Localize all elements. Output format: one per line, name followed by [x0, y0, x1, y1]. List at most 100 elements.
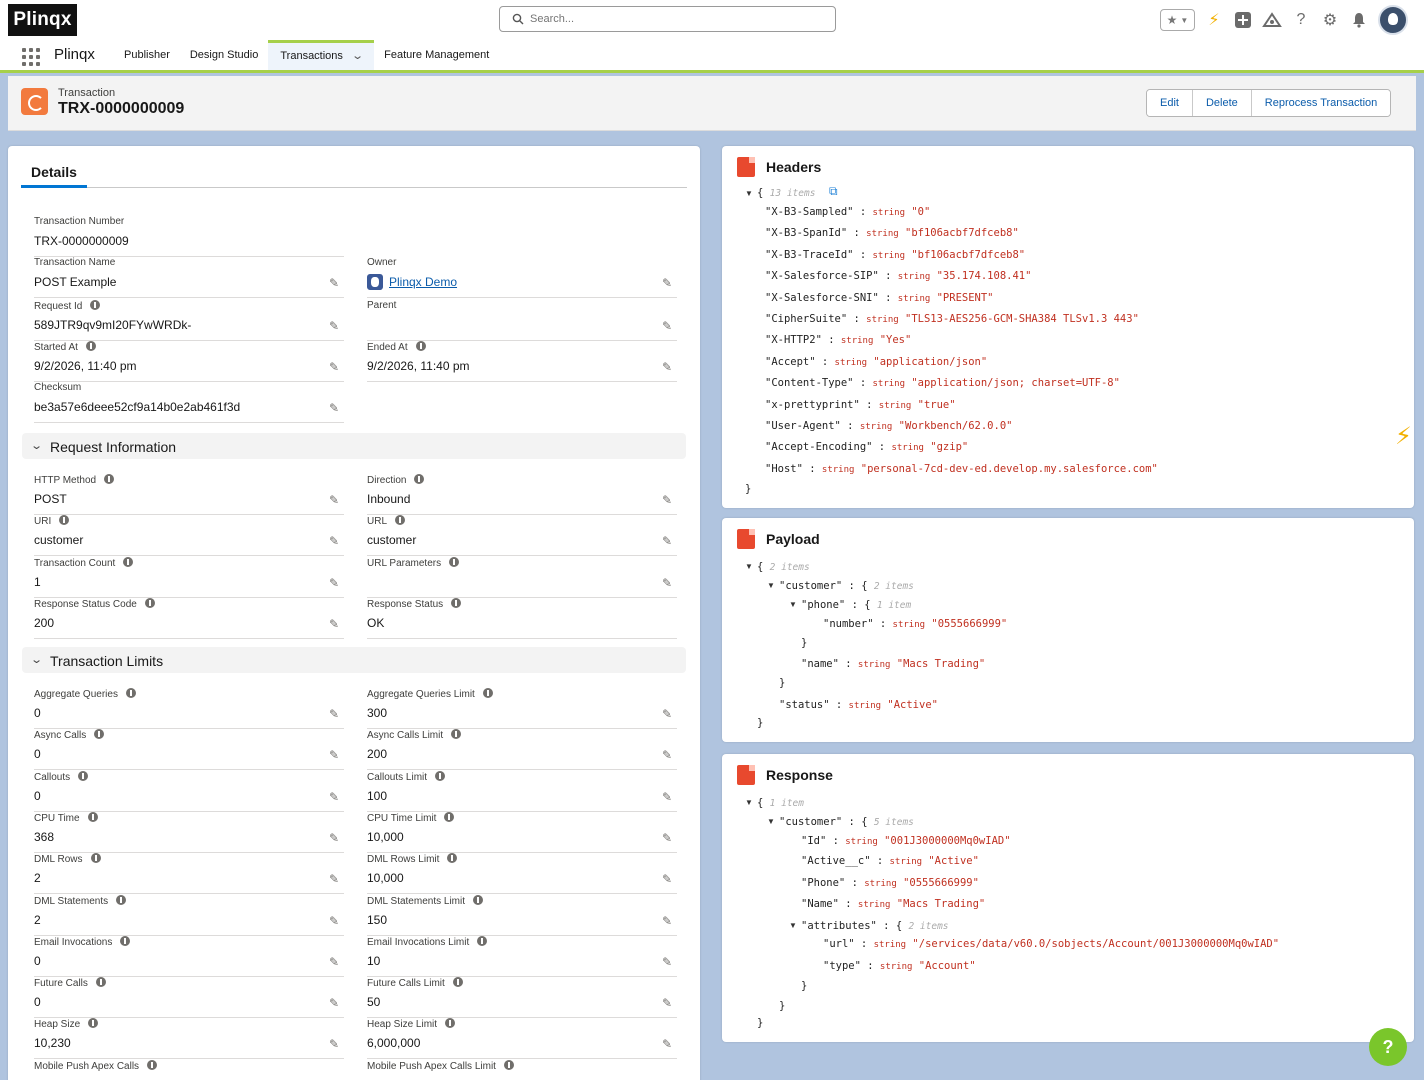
delete-button[interactable]: Delete: [1192, 90, 1252, 116]
edit-pencil-icon[interactable]: ✎: [662, 873, 674, 885]
info-icon[interactable]: [435, 770, 446, 781]
info-icon[interactable]: [451, 597, 462, 608]
edit-pencil-icon[interactable]: ✎: [329, 535, 341, 547]
edit-pencil-icon[interactable]: ✎: [329, 494, 341, 506]
edit-pencil-icon[interactable]: ✎: [662, 708, 674, 720]
edit-pencil-icon[interactable]: ✎: [662, 361, 674, 373]
collapse-toggle-icon[interactable]: ▼: [789, 600, 797, 609]
bell-icon[interactable]: [1349, 9, 1369, 31]
edit-pencil-icon[interactable]: ✎: [329, 1038, 341, 1050]
collapse-toggle-icon[interactable]: ▼: [767, 817, 775, 826]
edit-pencil-icon[interactable]: ✎: [662, 494, 674, 506]
info-icon[interactable]: [90, 300, 101, 310]
info-icon[interactable]: [451, 729, 462, 740]
info-icon[interactable]: [415, 341, 426, 351]
json-brace: {: [757, 797, 764, 809]
search-input[interactable]: [530, 10, 820, 28]
info-icon[interactable]: [444, 811, 455, 822]
info-icon[interactable]: [120, 935, 131, 946]
global-search[interactable]: [499, 6, 836, 32]
app-logo[interactable]: Plinqx: [8, 4, 77, 36]
collapse-toggle-icon[interactable]: ▼: [789, 921, 797, 930]
lightning-icon[interactable]: ⚡: [1395, 422, 1412, 451]
field-value[interactable]: Plinqx Demo: [389, 275, 457, 289]
info-icon[interactable]: [477, 935, 488, 946]
tab-transactions[interactable]: Transactions ⌄: [268, 40, 375, 70]
edit-pencil-icon[interactable]: ✎: [329, 618, 341, 630]
edit-pencil-icon[interactable]: ✎: [662, 915, 674, 927]
edit-pencil-icon[interactable]: ✎: [329, 873, 341, 885]
edit-pencil-icon[interactable]: ✎: [329, 915, 341, 927]
edit-pencil-icon[interactable]: ✎: [329, 749, 341, 761]
edit-pencil-icon[interactable]: ✎: [329, 277, 341, 289]
info-icon[interactable]: [59, 515, 70, 526]
info-icon[interactable]: [88, 1018, 99, 1029]
info-icon[interactable]: [449, 556, 460, 567]
info-icon[interactable]: [414, 474, 425, 484]
info-icon[interactable]: [482, 688, 493, 698]
favorites-button[interactable]: ★ ▼: [1160, 9, 1195, 31]
edit-pencil-icon[interactable]: ✎: [662, 320, 674, 332]
help-fab-button[interactable]: ?: [1369, 1028, 1407, 1066]
collapse-toggle-icon[interactable]: ▼: [745, 562, 753, 571]
add-icon[interactable]: [1233, 9, 1253, 31]
copy-icon[interactable]: ⧉: [829, 184, 838, 199]
info-icon[interactable]: [85, 341, 96, 351]
info-icon[interactable]: [395, 515, 406, 526]
app-launcher-icon[interactable]: [22, 48, 40, 66]
edit-pencil-icon[interactable]: ✎: [662, 577, 674, 589]
info-icon[interactable]: [452, 977, 463, 988]
edit-pencil-icon[interactable]: ✎: [329, 708, 341, 720]
info-icon[interactable]: [116, 894, 127, 905]
info-icon[interactable]: [78, 770, 89, 781]
tab-design-studio[interactable]: Design Studio: [180, 40, 269, 70]
lightning-icon[interactable]: ⚡: [1204, 9, 1224, 31]
help-icon[interactable]: ?: [1291, 9, 1311, 31]
info-icon[interactable]: [90, 853, 101, 864]
section-request-information[interactable]: ⌄ Request Information: [22, 433, 686, 459]
info-icon[interactable]: [144, 597, 155, 608]
info-icon[interactable]: [95, 977, 106, 988]
info-icon[interactable]: [87, 811, 98, 822]
edit-button[interactable]: Edit: [1147, 90, 1193, 116]
tab-publisher[interactable]: Publisher: [114, 40, 180, 70]
info-icon[interactable]: [94, 729, 105, 740]
edit-pencil-icon[interactable]: ✎: [329, 956, 341, 968]
info-icon[interactable]: [123, 556, 134, 567]
edit-pencil-icon[interactable]: ✎: [329, 577, 341, 589]
collapse-toggle-icon[interactable]: ▼: [745, 189, 753, 198]
info-icon[interactable]: [445, 1018, 456, 1029]
chevron-down-icon[interactable]: ⌄: [351, 43, 364, 70]
avatar[interactable]: [1378, 5, 1408, 35]
collapse-toggle-icon[interactable]: ▼: [745, 798, 753, 807]
json-value: "Yes": [879, 334, 912, 347]
edit-pencil-icon[interactable]: ✎: [662, 791, 674, 803]
edit-pencil-icon[interactable]: ✎: [662, 535, 674, 547]
edit-pencil-icon[interactable]: ✎: [329, 320, 341, 332]
edit-pencil-icon[interactable]: ✎: [329, 832, 341, 844]
info-icon[interactable]: [473, 894, 483, 905]
edit-pencil-icon[interactable]: ✎: [329, 997, 341, 1009]
trailhead-icon[interactable]: [1262, 9, 1282, 31]
edit-pencil-icon[interactable]: ✎: [329, 361, 341, 373]
collapse-toggle-icon[interactable]: ▼: [767, 581, 775, 590]
section-transaction-limits[interactable]: ⌄ Transaction Limits: [22, 647, 686, 673]
edit-pencil-icon[interactable]: ✎: [329, 402, 341, 414]
info-icon[interactable]: [104, 474, 115, 484]
edit-pencil-icon[interactable]: ✎: [662, 956, 674, 968]
info-icon[interactable]: [447, 853, 458, 864]
edit-pencil-icon[interactable]: ✎: [662, 997, 674, 1009]
info-icon[interactable]: [147, 1059, 158, 1070]
tab-details[interactable]: Details: [21, 164, 687, 188]
info-icon[interactable]: [503, 1059, 514, 1070]
setup-gear-icon[interactable]: ⚙: [1320, 9, 1340, 31]
edit-pencil-icon[interactable]: ✎: [662, 1038, 674, 1050]
edit-pencil-icon[interactable]: ✎: [662, 832, 674, 844]
tab-feature-management[interactable]: Feature Management: [374, 40, 499, 70]
edit-pencil-icon[interactable]: ✎: [329, 791, 341, 803]
edit-pencil-icon[interactable]: ✎: [662, 749, 674, 761]
reprocess-transaction-button[interactable]: Reprocess Transaction: [1251, 90, 1391, 116]
info-icon[interactable]: [125, 688, 136, 698]
field-response-status-code: Response Status Code 200 ✎: [34, 597, 344, 639]
change-owner-icon[interactable]: ✎: [662, 277, 674, 289]
